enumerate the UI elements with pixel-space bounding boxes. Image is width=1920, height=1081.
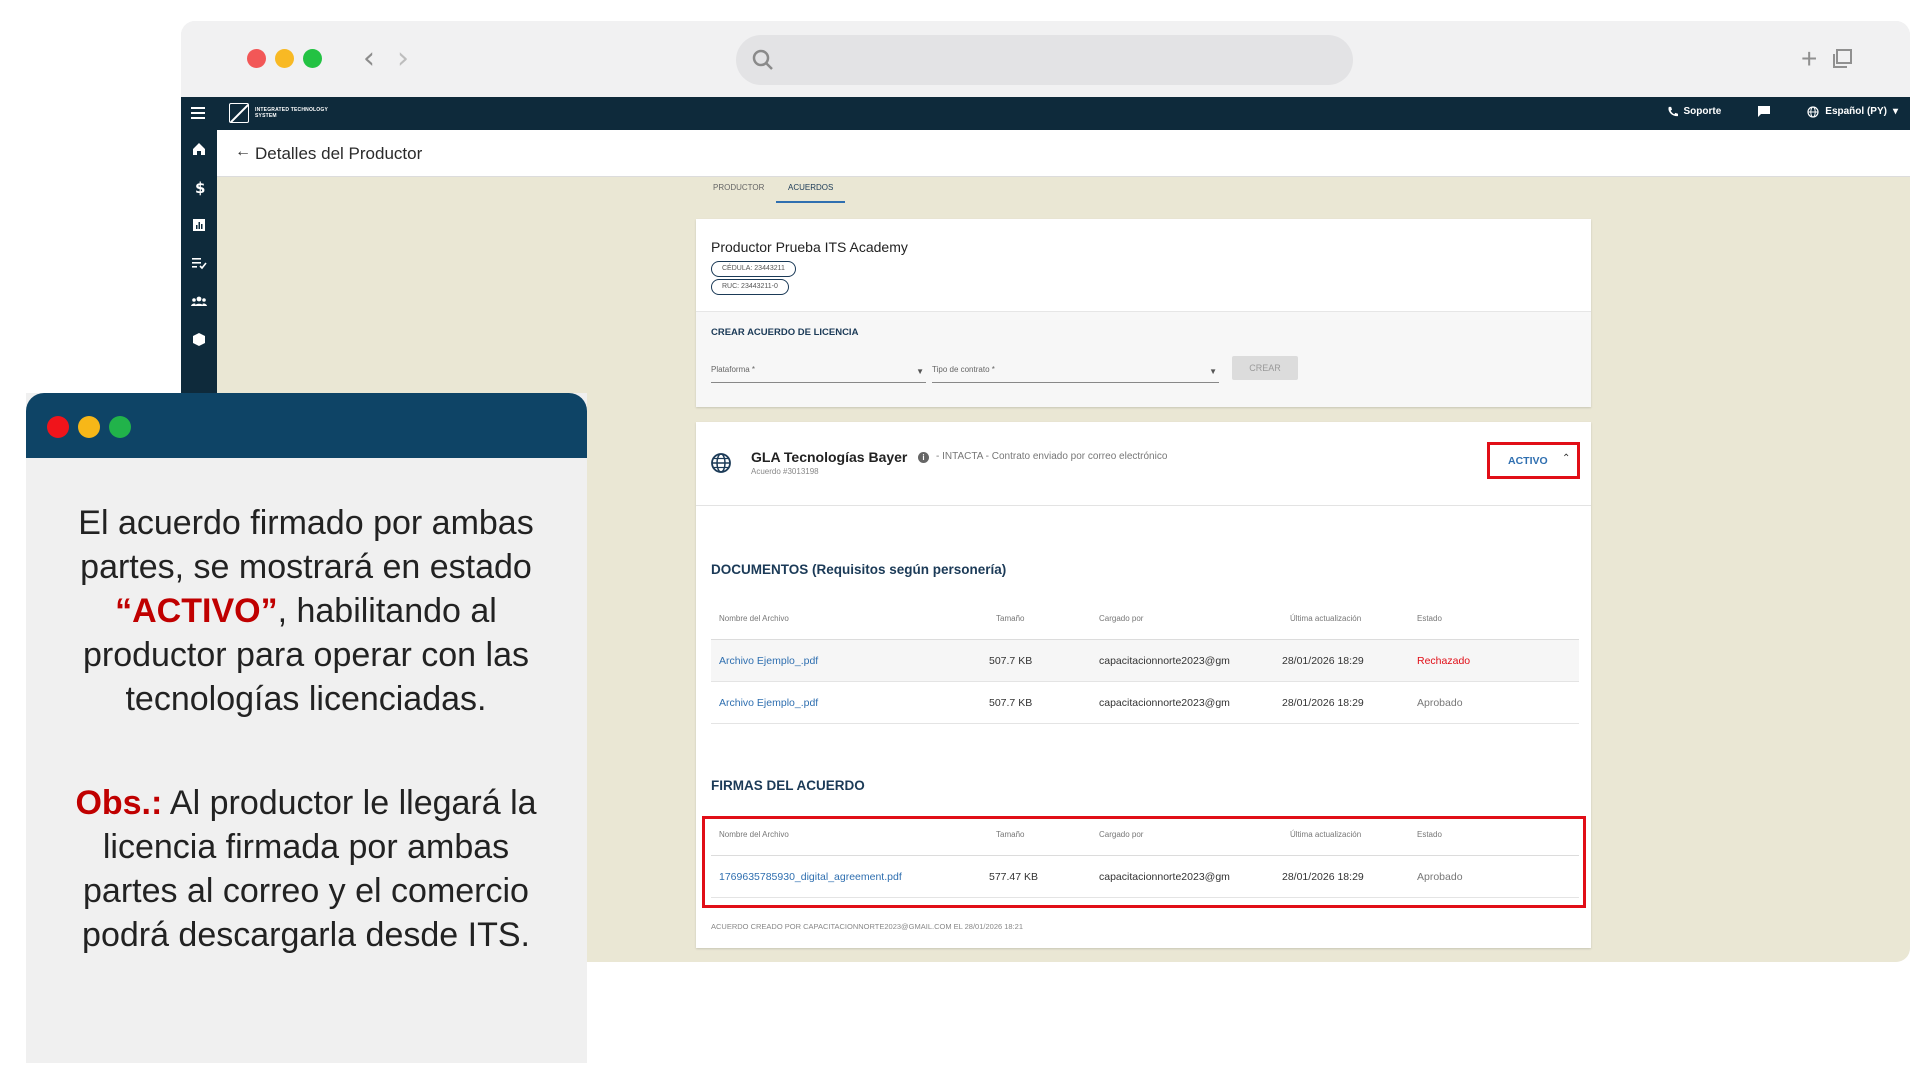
file-link[interactable]: Archivo Ejemplo_.pdf (719, 697, 818, 709)
tab-productor[interactable]: PRODUCTOR (701, 179, 776, 196)
users-icon[interactable] (190, 292, 208, 310)
page-title: Detalles del Productor (255, 144, 423, 163)
contract-type-select[interactable]: Tipo de contrato * ▼ (932, 365, 1219, 383)
chevron-down-icon: ▾ (1892, 106, 1898, 117)
platform-label: Plataforma * (711, 365, 756, 374)
info-panel-header (26, 393, 587, 458)
producer-card: Productor Prueba ITS Academy CÉDULA: 234… (696, 219, 1591, 407)
logo-text: INTEGRATED TECHNOLOGY SYSTEM (255, 107, 328, 119)
status-badge[interactable]: ACTIVO ⌃ (1487, 442, 1580, 479)
dropdown-arrow-icon: ▼ (1209, 367, 1217, 376)
dropdown-arrow-icon: ▼ (916, 367, 924, 376)
ruc-chip: RUC: 23443211-0 (711, 279, 789, 295)
panel-highlight: “ACTIVO” (115, 592, 278, 630)
address-bar[interactable] (736, 35, 1353, 85)
support-label: Soporte (1683, 106, 1722, 117)
phone-icon (1667, 106, 1678, 117)
cedula-chip: CÉDULA: 23443211 (711, 261, 796, 277)
status-approved: Aprobado (1417, 697, 1463, 709)
agreement-status-text: - INTACTA - Contrato enviado por correo … (936, 451, 1168, 462)
file-link[interactable]: Archivo Ejemplo_.pdf (719, 655, 818, 667)
search-icon (752, 49, 773, 70)
info-icon[interactable]: i (918, 452, 929, 463)
updated-at: 28/01/2026 18:29 (1282, 655, 1364, 667)
obs-label: Obs.: (75, 784, 163, 822)
maximize-window-button[interactable] (303, 49, 322, 68)
file-size: 507.7 KB (989, 655, 1033, 667)
green-dot-icon (109, 416, 131, 438)
box-icon[interactable] (190, 330, 208, 348)
status-label: ACTIVO (1508, 455, 1548, 467)
yellow-dot-icon (78, 416, 100, 438)
signatures-title: FIRMAS DEL ACUERDO (711, 778, 865, 793)
tab-acuerdos[interactable]: ACUERDOS (776, 179, 846, 203)
col-file: Nombre del Archivo (719, 614, 789, 623)
documents-title: DOCUMENTOS (Requisitos según personería) (711, 562, 1007, 577)
page-header: ← Detalles del Productor (217, 130, 1910, 177)
chevron-up-icon: ⌃ (1562, 453, 1571, 464)
create-agreement-title: CREAR ACUERDO DE LICENCIA (711, 327, 859, 338)
its-logo[interactable]: INTEGRATED TECHNOLOGY SYSTEM (229, 103, 335, 123)
checklist-icon[interactable] (190, 254, 208, 272)
agreement-card: GLA Tecnologías Bayer i - INTACTA - Cont… (696, 422, 1591, 948)
col-updated: Última actualización (1290, 614, 1362, 623)
documents-table: Nombre del Archivo Tamaño Cargado por Úl… (711, 602, 1579, 724)
col-uploaded-by: Cargado por (1099, 614, 1144, 623)
info-panel-obs: Obs.: Al productor le llegará la licenci… (56, 781, 556, 957)
table-row: Archivo Ejemplo_.pdf 507.7 KB capacitaci… (711, 640, 1579, 682)
create-button[interactable]: CREAR (1232, 356, 1298, 380)
arrow-left-icon[interactable]: ← (235, 143, 251, 161)
divider (696, 505, 1591, 506)
support-link[interactable]: Soporte (1667, 106, 1722, 117)
language-selector[interactable]: Español (PY) ▾ (1807, 105, 1898, 118)
dollar-icon[interactable]: $ (190, 178, 208, 196)
agreement-footnote: ACUERDO CREADO POR CAPACITACIONNORTE2023… (711, 922, 1024, 931)
col-size: Tamaño (996, 614, 1025, 623)
back-icon[interactable]: ‹ (363, 41, 375, 76)
panel-line1: El acuerdo firmado por ambas partes, se … (78, 504, 534, 586)
uploaded-by: capacitacionnorte2023@gm (1099, 655, 1230, 667)
info-panel-text: El acuerdo firmado por ambas partes, se … (56, 501, 556, 721)
chart-icon[interactable] (190, 216, 208, 234)
browser-toolbar: ‹ › + (181, 21, 1910, 97)
info-panel: El acuerdo firmado por ambas partes, se … (26, 393, 587, 1063)
language-label: Español (PY) (1825, 106, 1887, 117)
home-icon[interactable] (190, 140, 208, 158)
tabs-overview-icon[interactable] (1831, 49, 1853, 69)
close-window-button[interactable] (247, 49, 266, 68)
chat-icon[interactable] (1757, 105, 1771, 118)
updated-at: 28/01/2026 18:29 (1282, 697, 1364, 709)
app-topbar: INTEGRATED TECHNOLOGY SYSTEM Soporte Esp… (181, 97, 1910, 130)
uploaded-by: capacitacionnorte2023@gm (1099, 697, 1230, 709)
globe-icon (711, 453, 731, 473)
menu-icon[interactable] (191, 107, 205, 119)
col-status: Estado (1417, 614, 1442, 623)
logo-mark-icon (229, 103, 249, 123)
table-row: Archivo Ejemplo_.pdf 507.7 KB capacitaci… (711, 682, 1579, 724)
new-tab-icon[interactable]: + (1801, 43, 1817, 75)
producer-name: Productor Prueba ITS Academy (711, 239, 908, 255)
platform-select[interactable]: Plataforma * ▼ (711, 365, 926, 383)
signatures-highlight (702, 816, 1586, 908)
table-header: Nombre del Archivo Tamaño Cargado por Úl… (711, 602, 1579, 640)
agreement-name: GLA Tecnologías Bayer (751, 449, 908, 465)
forward-icon[interactable]: › (397, 41, 409, 76)
create-agreement-section (696, 311, 1591, 407)
minimize-window-button[interactable] (275, 49, 294, 68)
topbar-actions: Soporte Español (PY) ▾ (1667, 105, 1898, 118)
agreement-number: Acuerdo #3013198 (751, 467, 819, 476)
contract-type-label: Tipo de contrato * (932, 365, 995, 374)
status-rejected: Rechazado (1417, 655, 1471, 667)
red-dot-icon (47, 416, 69, 438)
file-size: 507.7 KB (989, 697, 1033, 709)
globe-icon (1807, 105, 1819, 118)
svg-text:$: $ (195, 179, 205, 196)
